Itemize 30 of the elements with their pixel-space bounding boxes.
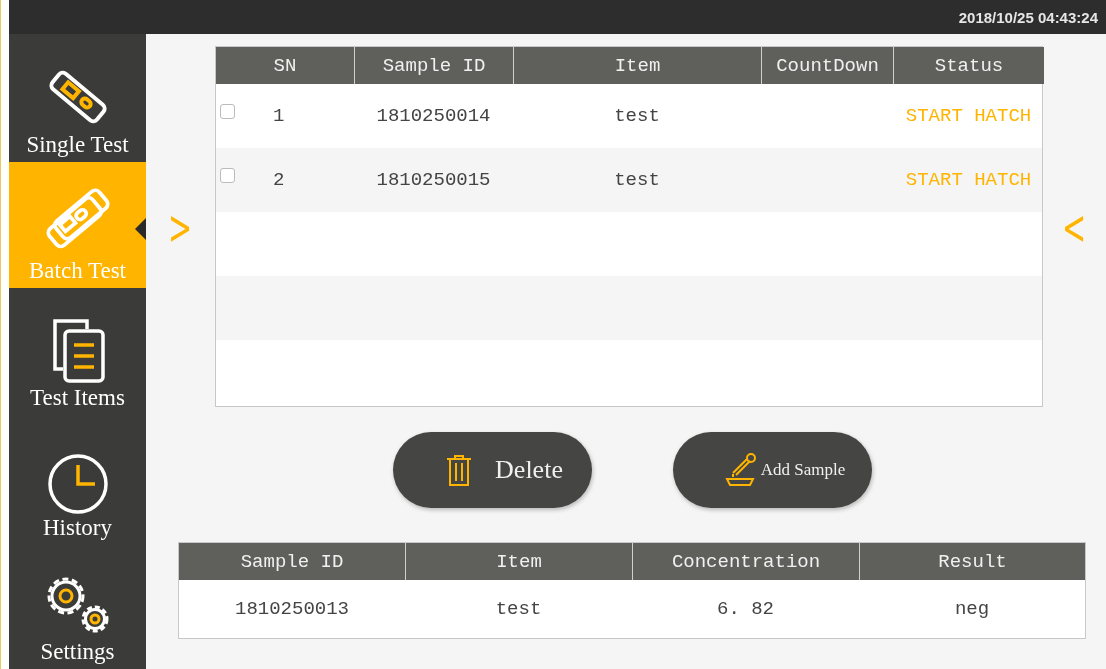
trash-icon: [445, 454, 474, 486]
sidebar-item[interactable]: Settings: [9, 545, 146, 669]
column-header: Sample ID: [179, 543, 405, 580]
sidebar-item[interactable]: Single Test: [9, 34, 146, 162]
sidebar-item[interactable]: Test Items: [9, 288, 146, 415]
column-header: Concentration: [632, 543, 859, 580]
date-time: 2018/10/25 04:43:24: [958, 8, 1098, 26]
column-header: Result: [859, 543, 1085, 580]
table-cell: 1810250014: [376, 105, 491, 127]
column-header: Item: [405, 543, 632, 580]
table-cell: 2: [273, 169, 285, 191]
column-header: CountDown: [761, 47, 893, 84]
column-header: Sample ID: [354, 47, 513, 84]
column-header: Status: [893, 47, 1044, 84]
table-cell: 1810250015: [376, 169, 491, 191]
sidebar-item[interactable]: History: [9, 415, 146, 545]
table-cell: 1: [273, 105, 285, 127]
delete-button[interactable]: Delete: [392, 432, 592, 508]
table-cell: test: [614, 105, 660, 127]
column-header: Item: [513, 47, 761, 84]
table-cell: test: [495, 598, 542, 620]
column-header: SN: [216, 47, 354, 84]
row-checkbox[interactable]: [220, 104, 235, 119]
table-cell: 1810250013: [235, 598, 349, 620]
add-sample-button[interactable]: Add Sample: [672, 432, 872, 508]
table-cell: neg: [954, 598, 990, 620]
clock-icon: [46, 453, 109, 515]
table-cell: test: [614, 169, 660, 191]
row-checkbox[interactable]: [220, 168, 235, 183]
table-cell: 6. 82: [717, 598, 774, 620]
